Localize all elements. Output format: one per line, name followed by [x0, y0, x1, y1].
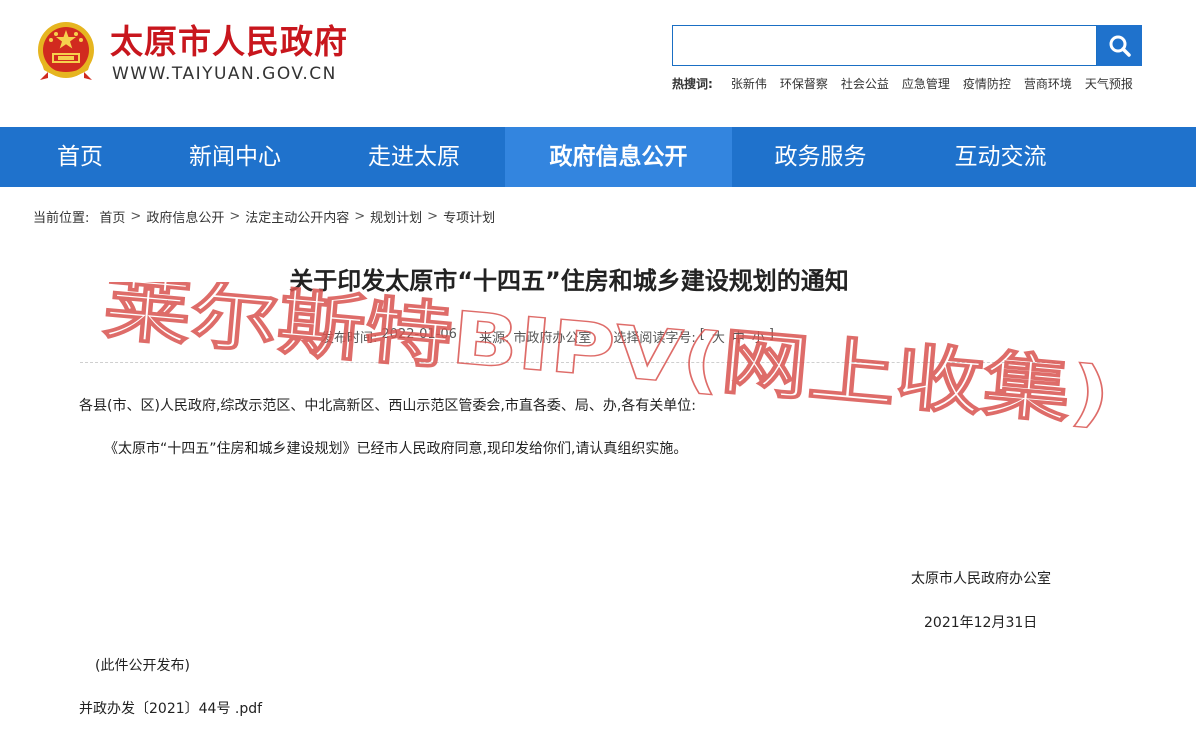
- breadcrumb-item[interactable]: 规划计划: [370, 207, 422, 226]
- article-title: 关于印发太原市“十四五”住房和城乡建设规划的通知: [289, 267, 849, 295]
- publish-date-label: 发布时间:: [321, 331, 378, 346]
- watermark: 莱尔斯特BIPV(网上收集): [100, 282, 1114, 437]
- article-body: 《太原市“十四五”住房和城乡建设规划》已经市人民政府同意,现印发给你们,请认真组…: [104, 441, 688, 457]
- breadcrumb-separator: >: [229, 209, 241, 224]
- nav-item-home[interactable]: 首页: [0, 127, 160, 187]
- nav-item-about-taiyuan[interactable]: 走进太原: [310, 127, 518, 187]
- source: 市政府办公室: [513, 331, 592, 346]
- breadcrumb-separator: >: [130, 209, 142, 224]
- font-size-medium[interactable]: 中: [732, 327, 745, 346]
- font-size-label: 选择阅读字号:: [613, 331, 696, 346]
- search-button[interactable]: [1097, 25, 1142, 66]
- publish-date: 2022-01-06: [381, 327, 457, 342]
- site-title[interactable]: 太原市人民政府: [110, 22, 348, 62]
- breadcrumb-item[interactable]: 政府信息公开: [146, 207, 224, 226]
- site-header: 太原市人民政府 WWW.TAIYUAN.GOV.CN 热搜词: 张新伟 环保督察…: [0, 0, 1196, 127]
- site-url: WWW.TAIYUAN.GOV.CN: [112, 64, 337, 84]
- hot-word-link[interactable]: 社会公益: [841, 75, 889, 92]
- hot-word-link[interactable]: 应急管理: [902, 75, 950, 92]
- national-emblem-icon[interactable]: [34, 20, 98, 84]
- font-size-bracket-close: ]: [768, 327, 774, 342]
- nav-item-interaction[interactable]: 互动交流: [909, 127, 1092, 187]
- article-meta: 发布时间: 2022-01-06 来源: 市政府办公室 选择阅读字号: [ 大 …: [321, 327, 778, 346]
- font-size-large[interactable]: 大: [712, 327, 725, 346]
- hot-words-label: 热搜词:: [672, 77, 713, 91]
- hot-word-link[interactable]: 张新伟: [731, 75, 767, 92]
- main-nav: 首页 新闻中心 走进太原 政府信息公开 政务服务 互动交流: [0, 127, 1196, 187]
- hot-word-link[interactable]: 天气预报: [1085, 75, 1133, 92]
- recipients: 各县(市、区)人民政府,综改示范区、中北高新区、西山示范区管委会,市直各委、局、…: [79, 398, 696, 414]
- nav-item-news[interactable]: 新闻中心: [160, 127, 310, 187]
- hot-words: 热搜词: 张新伟 环保督察 社会公益 应急管理 疫情防控 营商环境 天气预报: [672, 75, 1146, 92]
- source-label: 来源:: [478, 331, 510, 346]
- nav-item-services[interactable]: 政务服务: [732, 127, 909, 187]
- attachment-link[interactable]: 并政办发〔2021〕44号 .pdf: [79, 698, 262, 718]
- divider: [80, 362, 1060, 363]
- hot-word-link[interactable]: 环保督察: [780, 75, 828, 92]
- breadcrumb-item[interactable]: 法定主动公开内容: [245, 207, 349, 226]
- breadcrumb: 当前位置: 首页 > 政府信息公开 > 法定主动公开内容 > 规划计划 > 专项…: [33, 207, 495, 226]
- breadcrumb-label: 当前位置:: [33, 211, 90, 226]
- breadcrumb-separator: >: [427, 209, 439, 224]
- hot-word-link[interactable]: 疫情防控: [963, 75, 1011, 92]
- nav-item-gov-info[interactable]: 政府信息公开: [505, 127, 732, 187]
- breadcrumb-separator: >: [354, 209, 366, 224]
- breadcrumb-item[interactable]: 专项计划: [443, 207, 495, 226]
- search-icon: [1109, 35, 1131, 57]
- signature: 太原市人民政府办公室: [911, 571, 1051, 587]
- breadcrumb-item[interactable]: 首页: [99, 207, 125, 226]
- publication-note: (此件公开发布): [95, 658, 190, 674]
- search-input[interactable]: [673, 26, 1096, 65]
- search-box: [672, 25, 1097, 66]
- document-date: 2021年12月31日: [924, 615, 1038, 631]
- hot-word-link[interactable]: 营商环境: [1024, 75, 1072, 92]
- font-size-small[interactable]: 小: [752, 327, 765, 346]
- font-size-bracket-open: [: [699, 327, 705, 342]
